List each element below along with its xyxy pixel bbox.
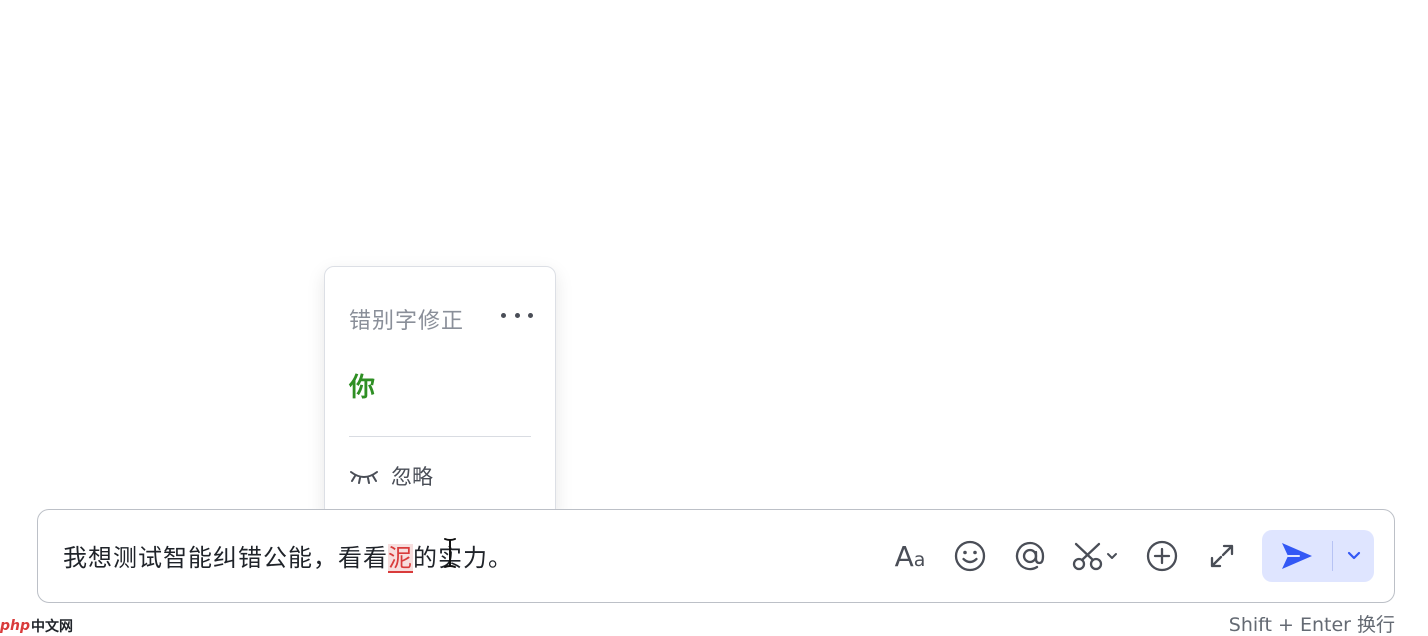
- send-icon: [1282, 543, 1312, 569]
- scissors-icon: [1072, 542, 1117, 571]
- more-dot: [501, 312, 506, 318]
- composer-toolbar: Aa: [886, 532, 1246, 580]
- at-sign-icon: [1015, 541, 1045, 571]
- message-text-after: 的实力。: [413, 544, 513, 572]
- text-format-icon: Aa: [894, 539, 926, 573]
- mention-button[interactable]: [1006, 532, 1054, 580]
- app-canvas: 错别字修正 你 忽略 我想测试智能纠错公能，看看泥的实力。 Aa Shift +…: [0, 0, 1428, 636]
- ignore-label: 忽略: [391, 465, 433, 489]
- popup-title: 错别字修正: [349, 309, 465, 334]
- text-format-button[interactable]: Aa: [886, 532, 934, 580]
- expand-icon: [1210, 544, 1234, 568]
- message-text-before: 我想测试智能纠错公能，看看: [63, 544, 388, 572]
- more-icon[interactable]: [501, 303, 533, 327]
- smiley-icon: [954, 540, 986, 572]
- ignore-button[interactable]: 忽略: [349, 462, 433, 490]
- more-dot: [528, 312, 533, 318]
- text-cursor-icon: [444, 538, 456, 568]
- chevron-down-icon: [1347, 551, 1360, 560]
- message-composer[interactable]: 我想测试智能纠错公能，看看泥的实力。 Aa: [37, 509, 1395, 603]
- typo-word[interactable]: 泥: [388, 544, 413, 572]
- watermark-php: php: [0, 618, 31, 634]
- more-dot: [514, 312, 520, 318]
- watermark-logo: php 中文网: [0, 616, 73, 636]
- add-button[interactable]: [1138, 532, 1186, 580]
- expand-button[interactable]: [1198, 532, 1246, 580]
- watermark-cn: 中文网: [31, 619, 74, 635]
- plus-circle-icon: [1146, 540, 1178, 572]
- newline-hint: Shift + Enter 换行: [1228, 614, 1395, 636]
- send-group: [1262, 530, 1374, 582]
- send-button[interactable]: [1262, 530, 1332, 582]
- eye-closed-icon: [350, 471, 378, 484]
- popup-divider: [349, 436, 531, 437]
- emoji-button[interactable]: [946, 532, 994, 580]
- typo-correction-popup: 错别字修正 你 忽略: [324, 266, 556, 518]
- suggestion-option[interactable]: 你: [349, 367, 375, 404]
- screenshot-button[interactable]: [1066, 532, 1126, 580]
- send-options-button[interactable]: [1333, 530, 1374, 582]
